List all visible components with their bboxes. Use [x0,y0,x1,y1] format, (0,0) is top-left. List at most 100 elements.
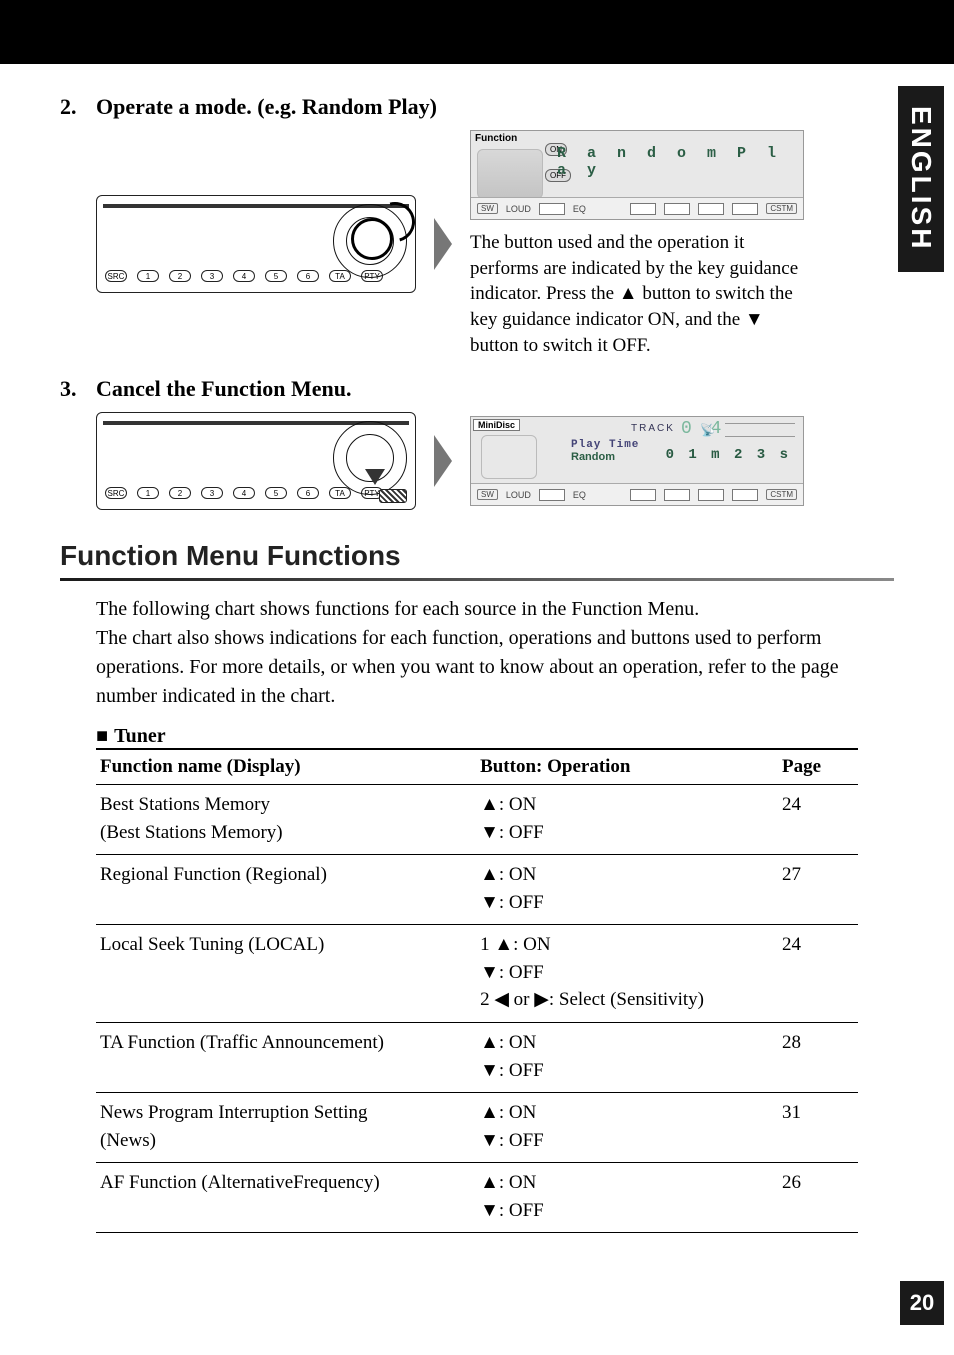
panel-button-2: 2 [169,487,191,499]
section-heading: Function Menu Functions [60,540,894,572]
triangle-arrow-icon [434,435,452,487]
step-3-heading: 3. Cancel the Function Menu. [60,376,894,402]
antenna-icon: 📡 [700,423,715,437]
col-header-button: Button: Operation [476,749,778,785]
section-rule [60,578,894,581]
table-row: Local Seek Tuning (LOCAL)1 ▲: ON ▼: OFF … [96,925,858,1023]
hatched-button-highlight [379,489,407,503]
page-number-value: 20 [910,1290,934,1316]
cell-button-operation: ▲: ON ▼: OFF [476,1093,778,1163]
wave-seg-icon-3 [698,203,724,215]
sw-chip: SW [477,489,498,500]
wave-seg-icon-3 [698,489,724,501]
cell-function-name: News Program Interruption Setting (News) [96,1093,476,1163]
cell-page: 24 [778,785,858,855]
step-2-illustration-row: SRC 1 2 3 4 5 6 TA PTY Function ON OFF R… [96,130,894,358]
tuner-sub-heading: ■ Tuner [96,725,894,748]
panel-button-4: 4 [233,270,255,282]
panel-button-4: 4 [233,487,255,499]
cstm-chip: CSTM [766,489,797,500]
wave-seg-icon [630,203,656,215]
step-3-illustration-row: SRC 1 2 3 4 5 6 TA PTY MiniDisc TRACK 0 … [96,412,894,510]
display-header-box: MiniDisc [473,419,520,431]
switch-graphic-icon [477,149,543,199]
panel-button-2: 2 [169,270,191,282]
tuner-functions-table: Function name (Display) Button: Operatio… [96,748,858,1233]
lcd-display-minidisc: MiniDisc TRACK 0 4 📡 Play Time Random 0 … [470,416,804,506]
cell-button-operation: 1 ▲: ON ▼: OFF 2 ◀ or ▶: Select (Sensiti… [476,925,778,1023]
triangle-arrow-icon [434,218,452,270]
arrow-down-icon [365,469,385,485]
loud-chip: LOUD [506,204,531,214]
cell-button-operation: ▲: ON ▼: OFF [476,785,778,855]
eq-seg-icon [539,203,565,215]
top-black-bar [0,0,954,64]
cell-page: 27 [778,855,858,925]
panel-button-6: 6 [297,487,319,499]
square-bullet-icon: ■ [96,725,108,747]
wave-seg-icon-4 [732,203,758,215]
table-row: Regional Function (Regional)▲: ON ▼: OFF… [96,855,858,925]
cell-button-operation: ▲: ON ▼: OFF [476,855,778,925]
panel-button-ta: TA [329,270,351,282]
display-time-text: 0 1 m 2 3 s [666,447,791,463]
cell-function-name: TA Function (Traffic Announcement) [96,1023,476,1093]
device-panel-step3: SRC 1 2 3 4 5 6 TA PTY [96,412,416,510]
table-header-row: Function name (Display) Button: Operatio… [96,749,858,785]
panel-button-6: 6 [297,270,319,282]
step-2-explanation: The button used and the operation it per… [470,230,810,358]
panel-button-3: 3 [201,270,223,282]
eq-label: EQ [573,204,586,214]
wave-seg-icon-2 [664,203,690,215]
section-intro: The following chart shows functions for … [96,595,894,711]
loud-chip: LOUD [506,490,531,500]
display-bottom-strip: SW LOUD EQ CSTM [471,483,803,505]
lcd-display-function: Function ON OFF R a n d o m P l a y SW L… [470,130,804,220]
table-row: AF Function (AlternativeFrequency)▲: ON … [96,1163,858,1233]
level-bars-icon [725,423,795,437]
cell-page: 31 [778,1093,858,1163]
cell-page: 28 [778,1023,858,1093]
panel-button-5: 5 [265,270,287,282]
panel-button-5: 5 [265,487,287,499]
cell-button-operation: ▲: ON ▼: OFF [476,1023,778,1093]
page-number-badge: 20 [900,1281,944,1325]
display-bottom-strip: SW LOUD EQ CSTM [471,197,803,219]
display-sub-text: Random [571,451,615,463]
step-2-number: 2. [60,94,84,120]
wave-seg-icon-4 [732,489,758,501]
panel-button-src: SRC [105,487,127,499]
cell-page: 26 [778,1163,858,1233]
panel-button-src: SRC [105,270,127,282]
table-row: TA Function (Traffic Announcement)▲: ON … [96,1023,858,1093]
col-header-page: Page [778,749,858,785]
panel-button-3: 3 [201,487,223,499]
play-time-label: Play Time [571,439,639,451]
wave-seg-icon-2 [664,489,690,501]
device-panel-step2: SRC 1 2 3 4 5 6 TA PTY [96,195,416,293]
panel-button-1: 1 [137,270,159,282]
step-3-number: 3. [60,376,84,402]
display-header: Function [475,133,517,144]
cell-page: 24 [778,925,858,1023]
track-label: TRACK [631,423,675,434]
display-main-text: R a n d o m P l a y [557,145,803,179]
cell-button-operation: ▲: ON ▼: OFF [476,1163,778,1233]
cstm-chip: CSTM [766,203,797,214]
step-2-title: Operate a mode. (e.g. Random Play) [96,94,437,120]
panel-button-ta: TA [329,487,351,499]
language-tab-label: ENGLISH [905,106,937,251]
tuner-label: Tuner [114,725,166,747]
disc-icon [481,435,537,479]
step-2-heading: 2. Operate a mode. (e.g. Random Play) [60,94,894,120]
language-tab: ENGLISH [898,86,944,272]
cell-function-name: Best Stations Memory (Best Stations Memo… [96,785,476,855]
cell-function-name: Local Seek Tuning (LOCAL) [96,925,476,1023]
table-row: Best Stations Memory (Best Stations Memo… [96,785,858,855]
table-row: News Program Interruption Setting (News)… [96,1093,858,1163]
step-3-title: Cancel the Function Menu. [96,376,351,402]
wave-seg-icon [630,489,656,501]
cell-function-name: AF Function (AlternativeFrequency) [96,1163,476,1233]
col-header-function: Function name (Display) [96,749,476,785]
panel-button-1: 1 [137,487,159,499]
